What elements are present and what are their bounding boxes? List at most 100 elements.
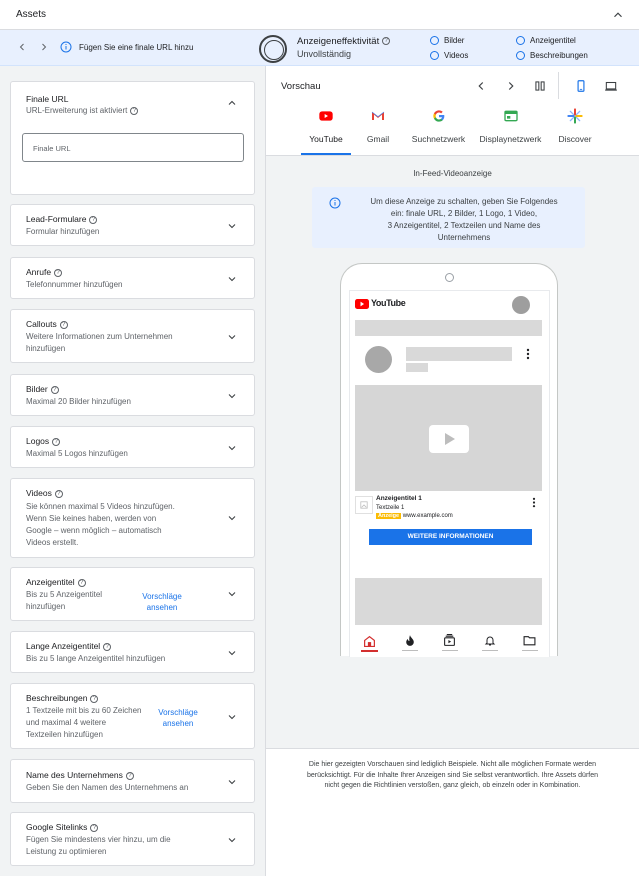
card-title-text: Videos [26, 488, 52, 498]
card-title-text: Callouts [26, 319, 57, 329]
tab-gmail[interactable]: Gmail [358, 104, 398, 155]
advertiser-logo [355, 496, 373, 514]
help-icon[interactable]: ? [52, 437, 61, 446]
trending-icon[interactable] [404, 634, 416, 647]
chevron-right-icon[interactable] [38, 41, 50, 53]
video-thumbnail[interactable] [355, 385, 542, 491]
unchecked-circle-icon [430, 51, 439, 61]
help-icon[interactable]: ? [90, 823, 99, 832]
effectiveness-bar: Fügen Sie eine finale URL hinzu Anzeigen… [0, 30, 639, 66]
youtube-play-icon [355, 299, 369, 309]
help-icon[interactable]: ? [103, 642, 112, 651]
card-title: Lead-Formulare? [26, 214, 98, 224]
card-title: Anzeigentitel? [26, 577, 86, 587]
tab-search[interactable]: Suchnetzwerk [406, 104, 471, 155]
help-icon[interactable]: ? [54, 489, 63, 498]
help-icon[interactable]: ? [50, 385, 59, 394]
help-icon[interactable]: ? [59, 320, 68, 329]
tab-display[interactable]: Displaynetzwerk [473, 104, 548, 155]
tab-youtube[interactable]: YouTube [301, 104, 351, 155]
chevron-down-icon[interactable] [226, 647, 238, 659]
final-url-input[interactable]: Finale URL [22, 133, 244, 162]
nav-divider [442, 650, 458, 651]
chevron-up-icon[interactable] [611, 8, 625, 22]
assets-title: Assets [16, 9, 47, 20]
chevron-down-icon[interactable] [226, 776, 238, 788]
chevron-down-icon[interactable] [226, 711, 238, 723]
help-icon[interactable]: ? [125, 771, 134, 780]
help-icon[interactable]: ? [89, 215, 98, 224]
card-images[interactable]: Bilder? Maximal 20 Bilder hinzufügen [10, 374, 255, 416]
desktop-device-icon[interactable] [604, 79, 618, 93]
card-subtitle: Maximal 20 Bilder hinzufügen [26, 397, 131, 406]
mobile-device-icon[interactable] [574, 79, 588, 93]
suggestions-link-text: Vorschläge [158, 708, 198, 717]
tab-discover[interactable]: Discover [551, 104, 599, 155]
help-icon[interactable]: ? [77, 578, 86, 587]
library-folder-icon[interactable] [523, 635, 536, 646]
chevron-right-icon[interactable] [504, 79, 518, 93]
card-title: Anrufe? [26, 267, 63, 277]
card-lead-forms[interactable]: Lead-Formulare? Formular hinzufügen [10, 204, 255, 246]
help-icon[interactable]: ? [54, 268, 63, 277]
requirements-info-box: Um diese Anzeige zu schalten, geben Sie … [312, 187, 585, 248]
card-title-text: Anzeigentitel [26, 577, 75, 587]
card-subtitle: Formular hinzufügen [26, 227, 100, 236]
help-icon[interactable]: ? [382, 37, 391, 46]
card-long-headlines[interactable]: Lange Anzeigentitel? Bis zu 5 lange Anze… [10, 631, 255, 673]
effectiveness-status: Unvollständig [297, 49, 352, 59]
placeholder-next-item [355, 578, 542, 625]
more-vert-icon[interactable] [531, 497, 537, 508]
help-icon[interactable]: ? [130, 106, 139, 115]
chevron-down-icon[interactable] [226, 220, 238, 232]
requirements-line: Unternehmens [437, 233, 491, 242]
phone-mockup: YouTube Anzeigentitel 1 Textzeile 1 Anze… [340, 263, 558, 657]
chevron-left-icon[interactable] [474, 79, 488, 93]
card-subtitle: und maximal 4 weitere [26, 718, 107, 727]
hint-text: Fügen Sie eine finale URL hinzu [79, 43, 194, 52]
chevron-down-icon[interactable] [226, 834, 238, 846]
card-business-name[interactable]: Name des Unternehmens? Geben Sie den Nam… [10, 759, 255, 803]
image-placeholder-icon [360, 501, 368, 509]
card-subtitle: Bis zu 5 Anzeigentitel [26, 590, 103, 599]
card-subtitle: Textzeilen hinzufügen [26, 730, 103, 739]
chevron-down-icon[interactable] [226, 442, 238, 454]
card-subtitle: 1 Textzeile mit bis zu 60 Zeichen [26, 706, 142, 715]
requirements-line: 3 Anzeigentitel, 2 Textzeilen und Name d… [387, 221, 541, 230]
suggestions-link[interactable]: Vorschläge ansehen [135, 591, 189, 613]
chevron-down-icon[interactable] [226, 390, 238, 402]
card-callouts[interactable]: Callouts? Weitere Informationen zum Unte… [10, 309, 255, 363]
chevron-down-icon[interactable] [226, 588, 238, 600]
card-headlines[interactable]: Anzeigentitel? Bis zu 5 Anzeigentitel hi… [10, 567, 255, 621]
chevron-left-icon[interactable] [16, 41, 28, 53]
home-icon[interactable] [363, 635, 376, 647]
chevron-down-icon[interactable] [226, 331, 238, 343]
card-logos[interactable]: Logos? Maximal 5 Logos hinzufügen [10, 426, 255, 468]
card-title: Callouts? [26, 319, 68, 329]
split-view-icon[interactable] [533, 79, 547, 93]
tab-label: Discover [558, 134, 592, 144]
requirements-text: Um diese Anzeige zu schalten, geben Sie … [350, 196, 578, 244]
chevron-down-icon[interactable] [226, 273, 238, 285]
ad-textline: Textzeile 1 [376, 505, 405, 511]
card-title-text: Google Sitelinks [26, 822, 88, 832]
card-descriptions[interactable]: Beschreibungen? 1 Textzeile mit bis zu 6… [10, 683, 255, 749]
suggestions-link[interactable]: Vorschläge ansehen [151, 707, 205, 729]
card-subtitle: Fügen Sie mindestens vier hinzu, um die [26, 835, 171, 844]
card-subtitle: Geben Sie den Namen des Unternehmens an [26, 783, 189, 792]
phone-camera [445, 273, 454, 282]
chevron-down-icon[interactable] [226, 512, 238, 524]
preview-canvas: In-Feed-Videoanzeige Um diese Anzeige zu… [266, 155, 639, 748]
card-videos[interactable]: Videos? Sie können maximal 5 Videos hinz… [10, 478, 255, 558]
youtube-wordmark: YouTube [371, 298, 406, 308]
help-icon[interactable]: ? [90, 694, 99, 703]
card-sitelinks[interactable]: Google Sitelinks? Fügen Sie mindestens v… [10, 812, 255, 866]
card-calls[interactable]: Anrufe? Telefonnummer hinzufügen [10, 257, 255, 299]
card-subtitle: Telefonnummer hinzufügen [26, 280, 123, 289]
chevron-up-icon[interactable] [226, 97, 238, 109]
notifications-bell-icon[interactable] [484, 634, 496, 647]
subscriptions-icon[interactable] [443, 634, 456, 647]
more-vert-icon[interactable] [525, 348, 531, 360]
cta-button[interactable]: WEITERE INFORMATIONEN [369, 529, 532, 545]
card-title: Videos? [26, 488, 63, 498]
